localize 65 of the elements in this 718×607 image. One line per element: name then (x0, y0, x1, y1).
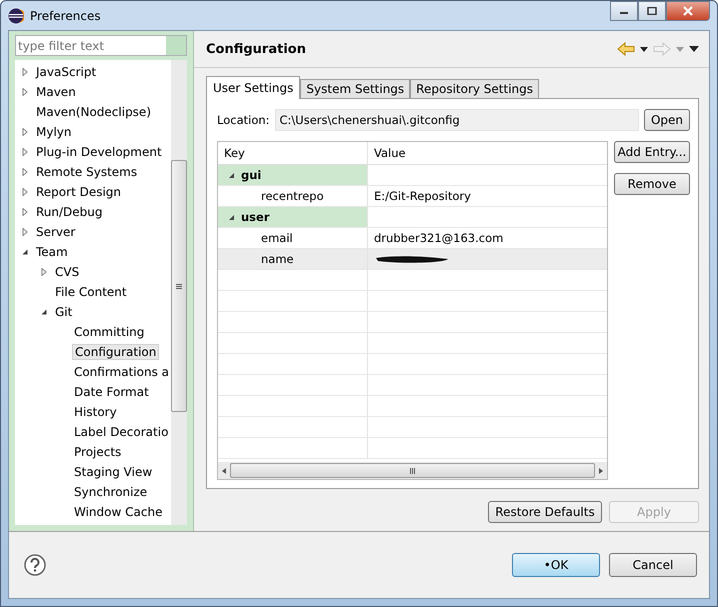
scroll-right-icon[interactable] (599, 468, 603, 474)
page-button[interactable]: Restore Defaults (488, 501, 602, 523)
grip-icon (410, 468, 415, 474)
expander-icon[interactable] (228, 172, 235, 178)
eclipse-icon (8, 8, 24, 24)
key-cell: user (241, 210, 270, 224)
location-field: C:\Users\chenershuai\.gitconfig (274, 109, 639, 131)
table-action-button[interactable]: Remove (614, 173, 690, 195)
maximize-button[interactable] (638, 1, 666, 21)
tree-item[interactable]: Staging View (72, 464, 154, 480)
tree-item[interactable]: Maven(Nodeclipse) (34, 104, 153, 120)
help-icon[interactable] (24, 554, 46, 576)
page-title: Configuration (206, 42, 306, 56)
tree-item[interactable]: Server (34, 224, 78, 240)
tree-item[interactable]: Maven (34, 84, 78, 100)
key-cell: name (261, 252, 294, 266)
tree-item[interactable]: History (72, 404, 119, 420)
value-cell: E:/Git-Repository (374, 189, 471, 203)
tree-item[interactable]: Run/Debug (34, 204, 105, 220)
tree-item[interactable]: Date Format (72, 384, 151, 400)
tab[interactable]: Repository Settings (410, 79, 540, 98)
tree-item[interactable]: Report Design (34, 184, 124, 200)
column-header[interactable]: Value (368, 142, 607, 164)
expander-icon[interactable] (40, 308, 48, 316)
tree-item[interactable]: Confirmations a (72, 364, 171, 380)
key-cell: recentrepo (261, 189, 324, 203)
tree-item[interactable]: Projects (72, 444, 124, 460)
expander-icon[interactable] (228, 214, 235, 220)
tree-item[interactable]: Synchronize (72, 484, 150, 500)
table-action-button[interactable]: Add Entry... (614, 141, 690, 163)
tree-item[interactable]: Team (34, 244, 70, 260)
dialog-button[interactable]: Cancel (609, 553, 697, 577)
location-label: Location: (217, 113, 270, 127)
minimize-button[interactable] (610, 1, 638, 21)
scrollbar[interactable] (171, 60, 187, 525)
tree-item[interactable]: Mylyn (34, 124, 74, 140)
open-button[interactable]: Open (644, 109, 690, 131)
column-header[interactable]: Key (218, 142, 368, 164)
scroll-left-icon[interactable] (222, 468, 226, 474)
tree-item[interactable]: CVS (53, 264, 82, 280)
horizontal-scrollbar[interactable] (218, 462, 607, 479)
close-icon (682, 6, 694, 16)
grip-icon (176, 284, 182, 288)
tree-item[interactable]: Git (53, 304, 74, 320)
menu-caret-icon[interactable] (689, 46, 699, 52)
tree-item[interactable]: JavaScript (34, 64, 98, 80)
back-arrow-icon[interactable] (617, 42, 635, 56)
key-cell: email (261, 231, 293, 245)
tab[interactable]: User Settings (206, 76, 300, 99)
tree-item[interactable]: Committing (72, 324, 146, 340)
tree-item[interactable]: Plug-in Development (34, 144, 164, 160)
caret-icon[interactable] (640, 46, 648, 52)
tree-item[interactable]: Window Cache (72, 504, 164, 520)
tree-item[interactable]: Remote Systems (34, 164, 140, 180)
value-cell: drubber321@163.com (374, 231, 504, 245)
tree-item[interactable]: File Content (53, 284, 129, 300)
tab[interactable]: System Settings (300, 79, 410, 98)
tree-item[interactable]: Label Decoratio (72, 424, 170, 440)
expander-icon[interactable] (21, 248, 29, 256)
close-button[interactable] (666, 1, 710, 21)
tree-item[interactable]: Configuration (72, 344, 160, 360)
window-title: Preferences (30, 8, 101, 22)
dialog-button[interactable]: •OK (512, 553, 600, 577)
maximize-icon (647, 7, 657, 15)
key-cell: gui (241, 168, 262, 182)
